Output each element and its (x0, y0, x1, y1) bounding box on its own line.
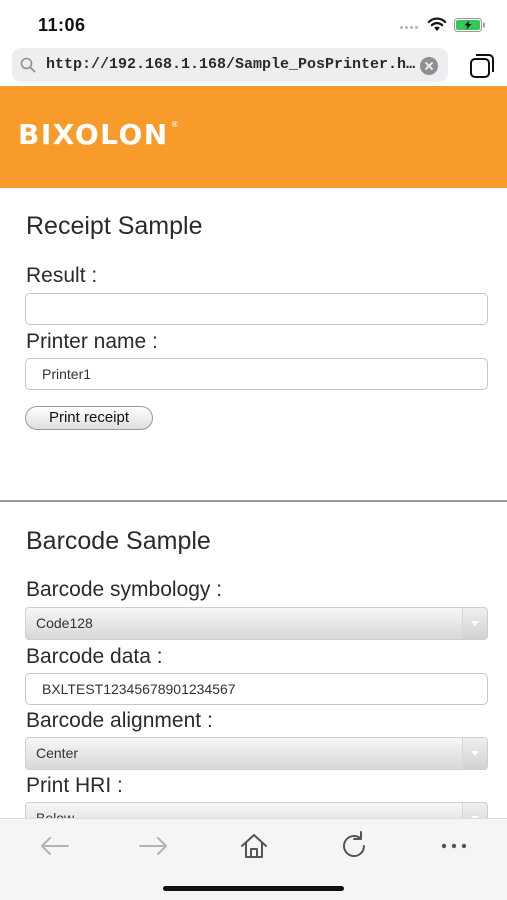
print-receipt-button[interactable]: Print receipt (25, 406, 153, 430)
home-indicator[interactable] (163, 886, 344, 891)
tabs-icon[interactable] (468, 52, 496, 80)
print-hri-label: Print HRI : (26, 774, 123, 797)
barcode-alignment-select[interactable]: Center (25, 737, 488, 770)
chevron-down-icon (462, 608, 487, 639)
wifi-icon (427, 17, 447, 31)
bixolon-logo: BIXOLON ® (18, 118, 181, 151)
clear-url-icon[interactable] (420, 57, 438, 75)
barcode-alignment-label: Barcode alignment : (26, 709, 213, 732)
barcode-symbology-select[interactable]: Code128 (25, 607, 488, 640)
reload-icon[interactable] (337, 829, 371, 863)
home-icon[interactable] (237, 829, 271, 863)
barcode-sample-title: Barcode Sample (26, 527, 211, 555)
section-divider (0, 500, 507, 502)
result-label: Result : (26, 264, 98, 287)
printer-name-label: Printer name : (26, 330, 158, 353)
address-bar[interactable]: http://192.168.1.168/Sample_PosPrinter.h… (12, 48, 448, 82)
battery-icon (454, 18, 485, 32)
barcode-data-label: Barcode data : (26, 645, 163, 668)
brand-banner: BIXOLON ® (0, 86, 507, 188)
printer-name-field[interactable]: Printer1 (25, 358, 488, 390)
receipt-sample-title: Receipt Sample (26, 212, 203, 240)
result-field[interactable] (25, 293, 488, 325)
barcode-symbology-label: Barcode symbology : (26, 578, 223, 601)
back-arrow-icon[interactable] (37, 829, 71, 863)
status-bar: 11:06 (0, 0, 507, 48)
url-text[interactable]: http://192.168.1.168/Sample_PosPrinter.h… (46, 56, 422, 73)
barcode-symbology-value: Code128 (36, 615, 93, 631)
search-icon (20, 57, 36, 73)
chevron-down-icon (462, 738, 487, 769)
cellular-signal-icon (400, 26, 420, 30)
barcode-alignment-value: Center (36, 745, 79, 761)
barcode-data-field[interactable]: BXLTEST12345678901234567 (25, 673, 488, 705)
browser-screen: 11:06 http://192.168.1.168/Sample_PosPri… (0, 0, 507, 900)
forward-arrow-icon[interactable] (137, 829, 171, 863)
more-icon[interactable] (437, 829, 471, 863)
status-time: 11:06 (38, 15, 86, 35)
